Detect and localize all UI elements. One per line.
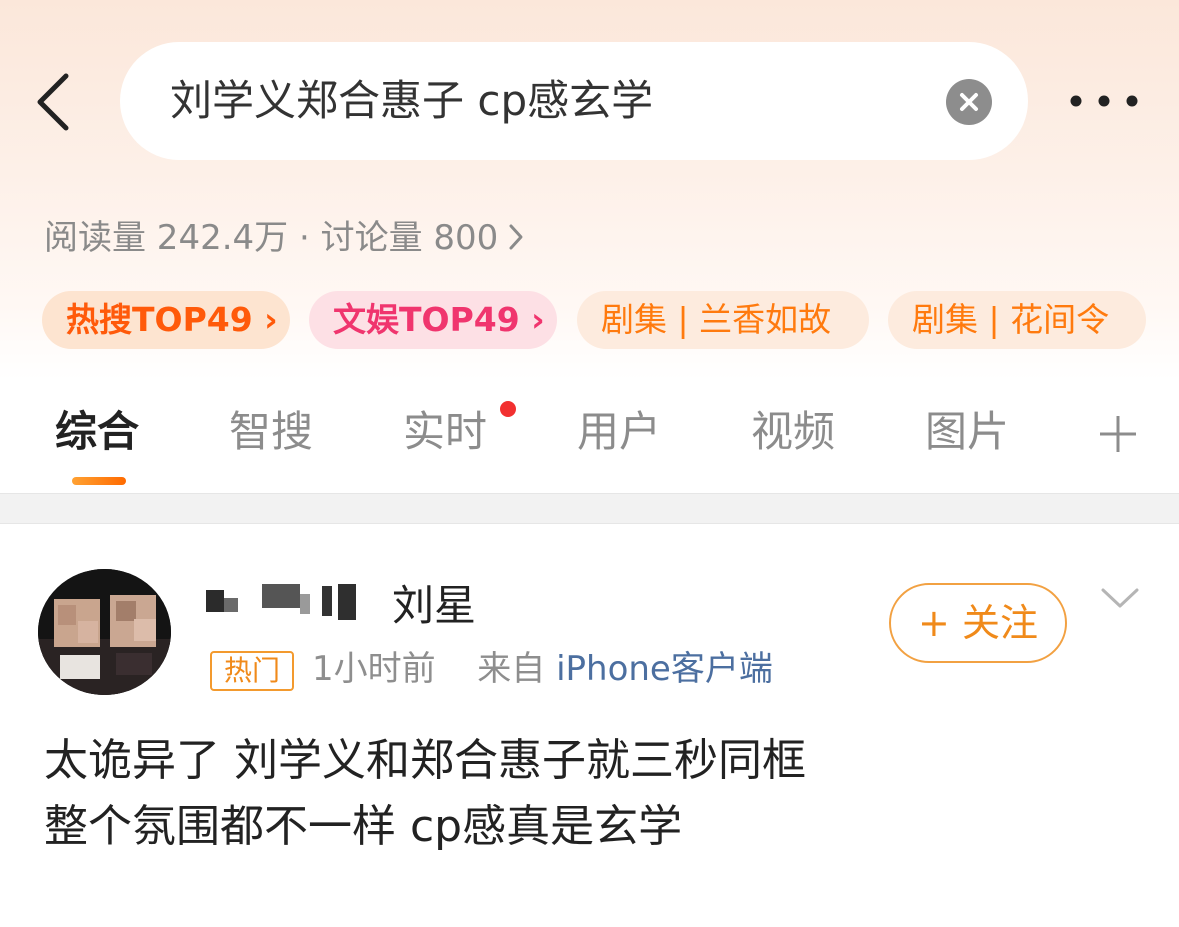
- chevron-down-icon: [1101, 588, 1139, 608]
- active-tab-indicator: [72, 477, 126, 485]
- topic-stats-text: 阅读量 242.4万 · 讨论量 800: [44, 218, 499, 258]
- entertainment-rank-tag[interactable]: 文娱TOP49 ›: [309, 291, 557, 349]
- drama-tag-1-label: 剧集 | 兰香如故: [601, 300, 832, 339]
- search-input[interactable]: 刘学义郑合惠子 cp感玄学: [120, 42, 1028, 160]
- section-divider: [0, 493, 1179, 524]
- hot-search-rank-tag[interactable]: 热搜TOP49 ›: [42, 291, 290, 349]
- post-body-line-1: 太诡异了 刘学义和郑合惠子就三秒同框: [44, 735, 806, 786]
- post-body[interactable]: 太诡异了 刘学义和郑合惠子就三秒同框 整个氛围都不一样 cp感真是玄学: [44, 728, 1144, 860]
- topic-stats[interactable]: 阅读量 242.4万 · 讨论量 800: [44, 212, 524, 264]
- drama-tag-2[interactable]: 剧集 | 花间令: [888, 291, 1146, 349]
- tab-users[interactable]: 用户: [577, 402, 661, 462]
- more-icon: [1070, 95, 1138, 107]
- post-source[interactable]: iPhone客户端: [556, 649, 773, 689]
- username-text: 刘星: [392, 581, 477, 630]
- tab-images[interactable]: 图片: [925, 402, 1009, 462]
- add-tab-button[interactable]: [1098, 414, 1138, 454]
- clear-icon: [960, 93, 978, 111]
- clear-search-button[interactable]: [946, 79, 992, 125]
- drama-tag-2-label: 剧集 | 花间令: [912, 300, 1110, 339]
- search-query: 刘学义郑合惠子 cp感玄学: [170, 76, 654, 125]
- back-chevron-icon: [37, 73, 69, 131]
- tab-videos[interactable]: 视频: [751, 402, 835, 462]
- post-time: 1小时前: [312, 649, 436, 689]
- chevron-right-icon: [509, 224, 523, 249]
- entertainment-rank-label: 文娱TOP49 ›: [333, 300, 545, 339]
- tab-bar: 综合 智搜 实时 用户 视频 图片: [0, 380, 1179, 493]
- drama-tag-1[interactable]: 剧集 | 兰香如故: [577, 291, 869, 349]
- hot-search-rank-label: 热搜TOP49 ›: [66, 300, 278, 339]
- post-menu-button[interactable]: [1100, 586, 1140, 610]
- post-body-line-2: 整个氛围都不一样 cp感真是玄学: [44, 801, 683, 852]
- post-source-prefix: 来自: [477, 649, 546, 689]
- follow-button[interactable]: + 关注: [889, 583, 1067, 663]
- tab-comprehensive[interactable]: 综合: [55, 402, 139, 462]
- more-button[interactable]: [1066, 86, 1142, 116]
- realtime-notification-dot: [500, 401, 516, 417]
- avatar-image: [38, 569, 171, 695]
- avatar[interactable]: [38, 569, 171, 695]
- tab-smart-search[interactable]: 智搜: [229, 402, 313, 462]
- tab-realtime[interactable]: 实时: [403, 402, 487, 462]
- add-tab-icon: [1100, 416, 1136, 452]
- back-button[interactable]: [30, 70, 80, 134]
- hot-badge: 热门: [210, 651, 294, 691]
- post-meta: 1小时前 来自 iPhone客户端: [312, 643, 773, 695]
- username-mosaic: [206, 584, 356, 628]
